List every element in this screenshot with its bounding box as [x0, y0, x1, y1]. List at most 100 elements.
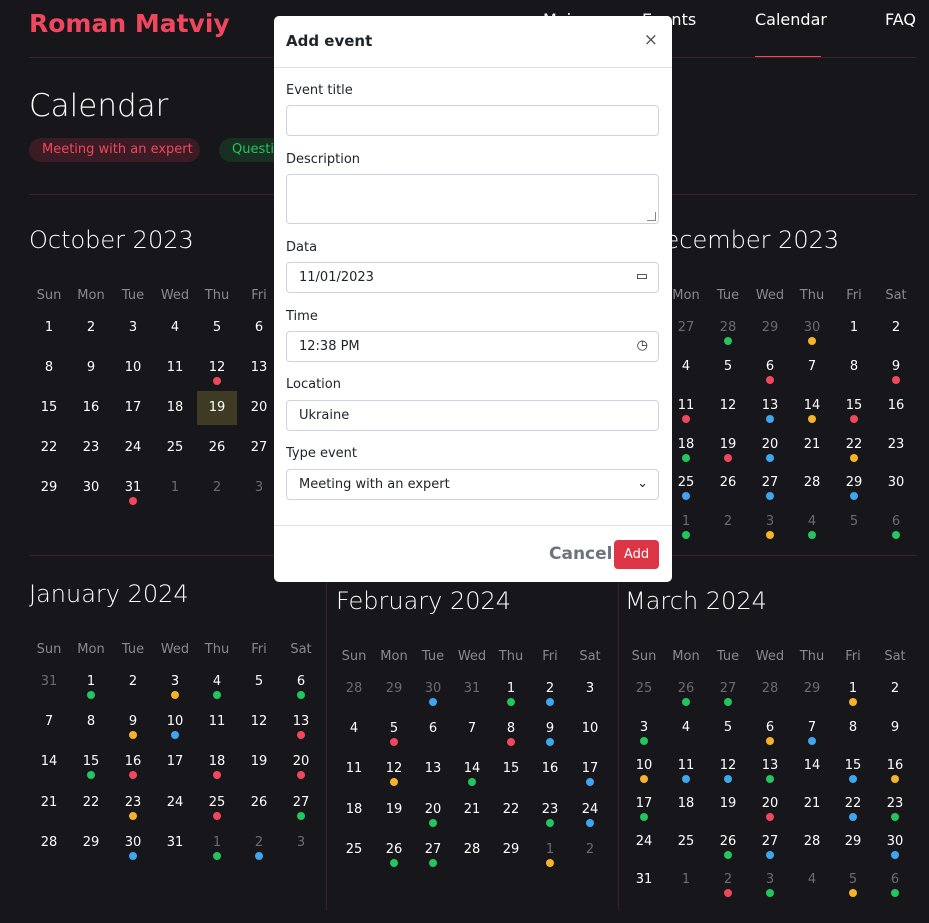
calendar-day[interactable]: 29: [491, 833, 531, 867]
clock-icon[interactable]: ◷: [637, 338, 648, 353]
calendar-day[interactable]: 21: [792, 428, 832, 462]
calendar-day[interactable]: 1: [197, 826, 237, 860]
calendar-day[interactable]: 3: [570, 672, 610, 706]
chevron-down-icon[interactable]: ⌄: [637, 476, 648, 491]
calendar-day[interactable]: 18: [197, 745, 237, 779]
calendar-day[interactable]: 4: [666, 350, 706, 384]
calendar-day[interactable]: 18: [666, 428, 706, 462]
location-input[interactable]: Ukraine: [286, 400, 659, 431]
calendar-day[interactable]: 24: [155, 786, 195, 820]
calendar-day[interactable]: 22: [834, 428, 874, 462]
calendar-day[interactable]: 23: [530, 793, 570, 827]
calendar-day[interactable]: 13: [413, 752, 453, 786]
calendar-day[interactable]: 3: [113, 311, 153, 345]
calendar-day[interactable]: 2: [113, 665, 153, 699]
calendar-day[interactable]: 26: [708, 825, 748, 859]
calendar-day[interactable]: 23: [876, 428, 916, 462]
calendar-day[interactable]: 25: [666, 466, 706, 500]
calendar-day[interactable]: 2: [71, 311, 111, 345]
calendar-day[interactable]: 9: [113, 705, 153, 739]
calendar-day[interactable]: 27: [239, 431, 279, 465]
calendar-day[interactable]: 3: [750, 863, 790, 897]
calendar-day[interactable]: 27: [708, 672, 748, 706]
calendar-day[interactable]: 11: [666, 389, 706, 423]
calendar-day[interactable]: 2: [875, 672, 915, 706]
calendar-day[interactable]: 29: [750, 311, 790, 345]
calendar-day[interactable]: 3: [239, 471, 279, 505]
calendar-day[interactable]: 26: [239, 786, 279, 820]
calendar-day[interactable]: 30: [413, 672, 453, 706]
calendar-day[interactable]: 28: [334, 672, 374, 706]
calendar-day[interactable]: 29: [71, 826, 111, 860]
calendar-day[interactable]: 16: [71, 391, 111, 425]
calendar-day[interactable]: 3: [624, 711, 664, 745]
calendar-day[interactable]: 29: [833, 825, 873, 859]
calendar-day[interactable]: 2: [197, 471, 237, 505]
calendar-day[interactable]: 6: [875, 863, 915, 897]
calendar-day[interactable]: 1: [71, 665, 111, 699]
calendar-day[interactable]: 11: [197, 705, 237, 739]
calendar-day[interactable]: 3: [281, 826, 321, 860]
calendar-day[interactable]: 19: [708, 428, 748, 462]
calendar-day[interactable]: 2: [239, 826, 279, 860]
calendar-day[interactable]: 5: [239, 665, 279, 699]
calendar-day[interactable]: 5: [708, 711, 748, 745]
calendar-day[interactable]: 13: [239, 351, 279, 385]
time-input[interactable]: 12:38 PM ◷: [286, 331, 659, 362]
calendar-day[interactable]: 5: [834, 505, 874, 539]
calendar-day[interactable]: 29: [792, 672, 832, 706]
calendar-day[interactable]: 6: [876, 505, 916, 539]
calendar-day[interactable]: 2: [708, 505, 748, 539]
calendar-day[interactable]: 30: [875, 825, 915, 859]
calendar-day[interactable]: 4: [666, 711, 706, 745]
calendar-day[interactable]: 12: [708, 749, 748, 783]
calendar-day[interactable]: 21: [792, 787, 832, 821]
calendar-icon[interactable]: ▭: [636, 269, 648, 284]
calendar-day[interactable]: 18: [155, 391, 195, 425]
calendar-day[interactable]: 7: [792, 350, 832, 384]
calendar-day[interactable]: 1: [29, 311, 69, 345]
calendar-day[interactable]: 23: [113, 786, 153, 820]
calendar-day[interactable]: 6: [413, 712, 453, 746]
calendar-day[interactable]: 17: [570, 752, 610, 786]
calendar-day[interactable]: 27: [750, 825, 790, 859]
calendar-day[interactable]: 1: [491, 672, 531, 706]
calendar-day[interactable]: 9: [71, 351, 111, 385]
resize-handle-icon[interactable]: [647, 212, 656, 221]
calendar-day[interactable]: 5: [708, 350, 748, 384]
calendar-day[interactable]: 1: [666, 505, 706, 539]
calendar-day[interactable]: 6: [281, 665, 321, 699]
calendar-day[interactable]: 18: [334, 793, 374, 827]
add-button[interactable]: Add: [614, 540, 659, 569]
calendar-day[interactable]: 15: [834, 389, 874, 423]
calendar-day[interactable]: 9: [875, 711, 915, 745]
calendar-day[interactable]: 13: [281, 705, 321, 739]
calendar-day[interactable]: 17: [624, 787, 664, 821]
calendar-day[interactable]: 12: [197, 351, 237, 385]
calendar-day[interactable]: 1: [530, 833, 570, 867]
calendar-day[interactable]: 27: [750, 466, 790, 500]
calendar-day[interactable]: 4: [197, 665, 237, 699]
calendar-day[interactable]: 4: [792, 863, 832, 897]
calendar-day[interactable]: 11: [155, 351, 195, 385]
calendar-day[interactable]: 7: [792, 711, 832, 745]
calendar-day[interactable]: 10: [113, 351, 153, 385]
calendar-day[interactable]: 3: [750, 505, 790, 539]
calendar-day[interactable]: 2: [708, 863, 748, 897]
calendar-day[interactable]: 15: [71, 745, 111, 779]
calendar-day[interactable]: 30: [113, 826, 153, 860]
calendar-day[interactable]: 25: [197, 786, 237, 820]
calendar-day[interactable]: 14: [452, 752, 492, 786]
calendar-day[interactable]: 16: [876, 389, 916, 423]
calendar-day[interactable]: 11: [666, 749, 706, 783]
calendar-day[interactable]: 24: [570, 793, 610, 827]
tag-meeting[interactable]: Meeting with an expert: [29, 138, 200, 162]
calendar-day[interactable]: 7: [29, 705, 69, 739]
calendar-day[interactable]: 20: [750, 787, 790, 821]
calendar-day[interactable]: 31: [452, 672, 492, 706]
calendar-day[interactable]: 8: [833, 711, 873, 745]
calendar-day[interactable]: 1: [155, 471, 195, 505]
calendar-day[interactable]: 13: [750, 389, 790, 423]
calendar-day[interactable]: 13: [750, 749, 790, 783]
calendar-day[interactable]: 22: [491, 793, 531, 827]
